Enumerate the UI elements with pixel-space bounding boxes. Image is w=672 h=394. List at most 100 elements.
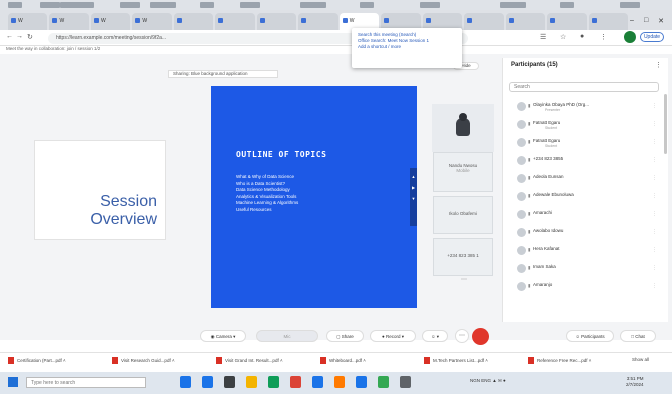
- close-icon[interactable]: ✕: [658, 17, 664, 25]
- participant-more-icon[interactable]: ⋮: [652, 157, 657, 163]
- panel-scrollbar[interactable]: [664, 94, 667, 154]
- chevron-up-icon[interactable]: ˄: [171, 358, 175, 363]
- browser-tab[interactable]: [298, 13, 338, 30]
- participant-more-icon[interactable]: ⋮: [652, 265, 657, 271]
- chrome-icon[interactable]: [356, 376, 367, 388]
- chevron-right-icon[interactable]: ▶: [410, 185, 417, 190]
- extensions-icon[interactable]: ☰: [540, 33, 546, 41]
- whatsapp-icon[interactable]: [378, 376, 389, 388]
- download-item[interactable]: Visit Research Guid...pdf ˄: [112, 357, 175, 364]
- participant-mic-icon[interactable]: ▮: [528, 157, 530, 163]
- participants-button[interactable]: ☺ Participants: [566, 330, 614, 342]
- browser-tab[interactable]: [173, 13, 214, 30]
- more-tiles-icon[interactable]: ⋯: [454, 276, 474, 283]
- video-tile[interactable]: Ikolo Obafemi: [433, 196, 493, 234]
- chevron-down-icon[interactable]: ▼: [410, 196, 417, 201]
- participant-mic-icon[interactable]: ▮: [528, 175, 530, 181]
- download-item[interactable]: Visit Grand Int. Result...pdf ˄: [216, 357, 283, 364]
- mail-icon[interactable]: [290, 376, 301, 388]
- system-tray[interactable]: NGN ENG ▲ ✉ ●: [470, 378, 506, 384]
- participant-more-icon[interactable]: ⋮: [652, 175, 657, 181]
- windows-start-icon[interactable]: [8, 377, 18, 387]
- chevron-up-icon[interactable]: ˄: [62, 358, 66, 363]
- participant-more-icon[interactable]: ⋮: [652, 247, 657, 253]
- video-tile[interactable]: Nandu Nwosu Mobile: [433, 152, 493, 192]
- chevron-up-icon[interactable]: ▲: [410, 174, 417, 179]
- participant-row[interactable]: ▮ Adewale Ebunoluwa ⋮: [517, 190, 663, 204]
- end-call-button[interactable]: [472, 328, 489, 345]
- edge-icon[interactable]: [202, 376, 213, 388]
- back-icon[interactable]: ←: [6, 33, 13, 40]
- chevron-up-icon[interactable]: ˄: [279, 358, 283, 363]
- participant-more-icon[interactable]: ⋮: [652, 283, 657, 289]
- firefox-icon[interactable]: [334, 376, 345, 388]
- participant-more-icon[interactable]: ⋮: [652, 103, 657, 109]
- taskbar-clock[interactable]: 3:51 PM 2/7/2024: [626, 376, 644, 388]
- browser-tab[interactable]: [547, 13, 587, 30]
- participant-row[interactable]: ▮ Amaranjo ⋮: [517, 280, 663, 294]
- bookmark-icon[interactable]: ☆: [560, 33, 566, 41]
- browser-tab[interactable]: W: [132, 13, 172, 30]
- file-explorer-icon[interactable]: [224, 376, 235, 388]
- popup-item[interactable]: Add a shortcut / more: [358, 44, 456, 50]
- participant-row[interactable]: ▮ Adeola Eunsan ⋮: [517, 172, 663, 186]
- participant-mic-icon[interactable]: ▮: [528, 229, 530, 235]
- reactions-button[interactable]: ☺ ▾: [422, 330, 448, 342]
- mic-button[interactable]: Mic: [256, 330, 318, 342]
- chat-button[interactable]: □ Chat: [620, 330, 656, 342]
- participant-row[interactable]: ▮ Fatnatt Egaru Student ⋮: [517, 118, 663, 132]
- download-item[interactable]: Certification (Part...pdf ˄: [8, 357, 66, 364]
- folder-icon[interactable]: [246, 376, 257, 388]
- share-button[interactable]: ▢ Share: [326, 330, 364, 342]
- show-all-link[interactable]: Show all: [632, 357, 649, 362]
- forward-icon[interactable]: →: [16, 33, 23, 40]
- download-item[interactable]: M.Tech Partners List...pdf ˄: [424, 357, 488, 364]
- participant-more-icon[interactable]: ⋮: [652, 139, 657, 145]
- participant-row[interactable]: ▮ Imam Saka ⋮: [517, 262, 663, 276]
- browser-tab[interactable]: [588, 13, 629, 30]
- browser-tab[interactable]: [505, 13, 546, 30]
- browser-tab[interactable]: W: [49, 13, 89, 30]
- video-tile[interactable]: +234 823 385 1: [433, 238, 493, 276]
- participant-row[interactable]: ▮ Hera Kafanat ⋮: [517, 244, 663, 258]
- update-button[interactable]: Update: [640, 32, 664, 42]
- browser-tab[interactable]: [256, 13, 297, 30]
- browser-tab[interactable]: [464, 13, 504, 30]
- participant-more-icon[interactable]: ⋮: [652, 121, 657, 127]
- video-tile-avatar[interactable]: [432, 104, 494, 152]
- participant-row[interactable]: ▮ Olayinka Obaya PhD (Org... Presenter ⋮: [517, 100, 663, 114]
- participant-mic-icon[interactable]: ▮: [528, 103, 530, 109]
- profile-sync-icon[interactable]: ●: [580, 33, 584, 40]
- participant-mic-icon[interactable]: ▮: [528, 121, 530, 127]
- reload-icon[interactable]: ↻: [27, 33, 33, 41]
- participant-row[interactable]: ▮ Awolabo Idowu ⋮: [517, 226, 663, 240]
- download-item[interactable]: Whiteboard...pdf ˄: [320, 357, 366, 364]
- settings-icon[interactable]: [400, 376, 411, 388]
- participant-mic-icon[interactable]: ▮: [528, 247, 530, 253]
- participant-more-icon[interactable]: ⋮: [652, 211, 657, 217]
- chevron-up-icon[interactable]: ˄: [362, 358, 366, 363]
- store-icon[interactable]: [268, 376, 279, 388]
- maximize-icon[interactable]: □: [644, 17, 648, 25]
- participant-mic-icon[interactable]: ▮: [528, 193, 530, 199]
- participant-more-icon[interactable]: ⋮: [652, 193, 657, 199]
- participant-search-input[interactable]: Search: [509, 82, 659, 92]
- chevron-up-icon[interactable]: ˄: [484, 358, 488, 363]
- taskbar-search-input[interactable]: Type here to search: [26, 377, 146, 388]
- chevron-up-icon[interactable]: ˄: [588, 358, 592, 363]
- participant-mic-icon[interactable]: ▮: [528, 139, 530, 145]
- browser-tab[interactable]: W: [90, 13, 131, 30]
- participant-row[interactable]: ▮ Amarachi ⋮: [517, 208, 663, 222]
- participant-row[interactable]: ▮ Fatnatt Egaru Student ⋮: [517, 136, 663, 150]
- participant-row[interactable]: ▮ +234 823 3855 ⋮: [517, 154, 663, 168]
- participant-mic-icon[interactable]: ▮: [528, 283, 530, 289]
- browser-tab[interactable]: W: [8, 13, 48, 30]
- panel-more-icon[interactable]: ⋮: [655, 61, 662, 69]
- record-button[interactable]: ● Record ▾: [370, 330, 416, 342]
- word-icon[interactable]: [312, 376, 323, 388]
- more-options-icon[interactable]: ⋯: [455, 329, 469, 343]
- participant-mic-icon[interactable]: ▮: [528, 265, 530, 271]
- browser-tab[interactable]: [215, 13, 255, 30]
- download-item[interactable]: Reference Free Rec...pdf ˄: [528, 357, 591, 364]
- participant-mic-icon[interactable]: ▮: [528, 211, 530, 217]
